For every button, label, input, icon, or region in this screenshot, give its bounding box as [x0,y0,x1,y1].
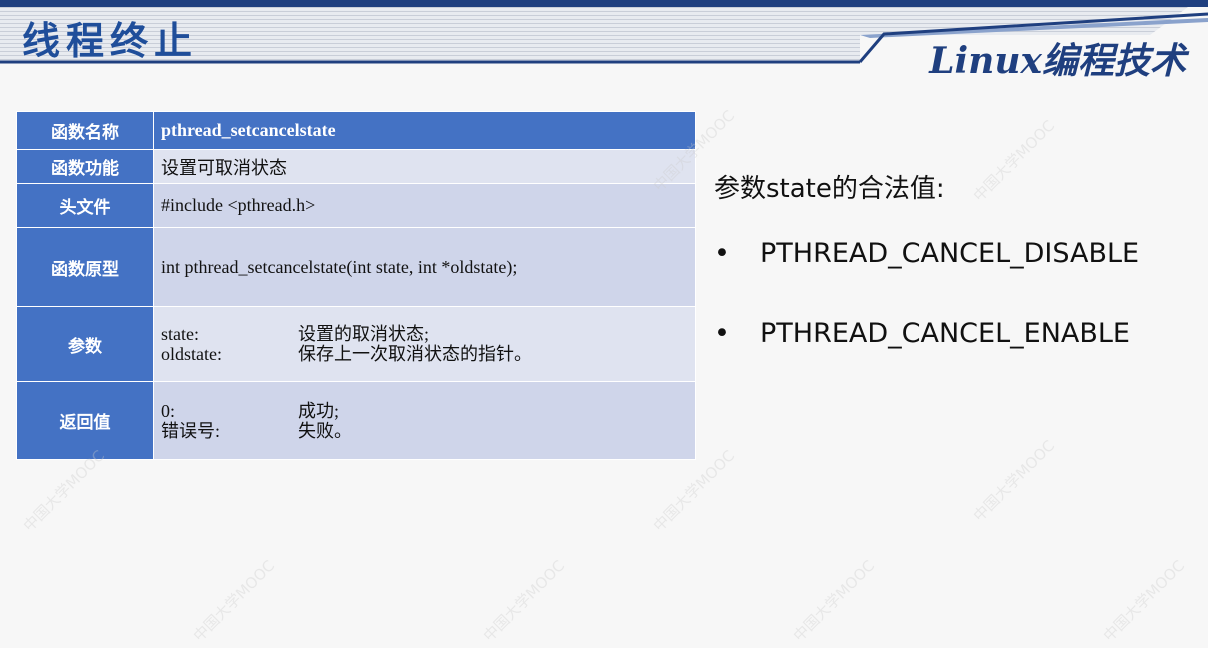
param-name: state: [161,324,199,344]
param-desc: 设置的取消状态; [298,324,430,344]
row-key: 返回值 [16,381,154,460]
row-value: pthread_setcancelstate [153,111,696,150]
table-row-name: 函数名称 pthread_setcancelstate [16,111,696,150]
bullet-icon: • [714,318,730,349]
course-brand: Linux编程技术 [929,40,1186,82]
watermark: 中国大学MOOC [969,436,1059,526]
watermark: 中国大学MOOC [789,556,879,646]
param-desc: 保存上一次取消状态的指针。 [298,344,532,364]
row-key: 函数名称 [16,111,154,150]
row-value: int pthread_setcancelstate(int state, in… [153,227,696,307]
row-key: 参数 [16,306,154,382]
param-name: oldstate: [161,344,222,364]
watermark: 中国大学MOOC [969,116,1059,206]
bullet-icon: • [714,238,730,269]
table-row-params: 参数 state: 设置的取消状态; oldstate: 保存上一次取消状态的指针。 [16,306,696,382]
table-row-function: 函数功能 设置可取消状态 [16,149,696,184]
row-key: 函数原型 [16,227,154,307]
watermark: 中国大学MOOC [1099,556,1189,646]
value-text: PTHREAD_CANCEL_ENABLE [760,318,1130,349]
row-key: 头文件 [16,183,154,228]
valid-values-panel: 参数state的合法值: • PTHREAD_CANCEL_DISABLE • PT… [714,168,1139,349]
valid-values-heading: 参数state的合法值: [714,174,945,204]
row-value: 设置可取消状态 [153,149,696,184]
table-row-prototype: 函数原型 int pthread_setcancelstate(int stat… [16,227,696,307]
list-item: • PTHREAD_CANCEL_ENABLE [714,318,1139,398]
page-title: 线程终止 [22,18,199,63]
row-key: 函数功能 [16,149,154,184]
table-row-header-file: 头文件 #include <pthread.h> [16,183,696,228]
row-value: state: 设置的取消状态; oldstate: 保存上一次取消状态的指针。 [153,306,696,382]
watermark: 中国大学MOOC [479,556,569,646]
list-item: • PTHREAD_CANCEL_DISABLE [714,238,1139,318]
return-code: 0: [161,400,176,421]
return-desc: 失败。 [298,420,352,441]
return-desc: 成功; [298,400,340,421]
value-text: PTHREAD_CANCEL_DISABLE [760,238,1140,269]
function-table: 函数名称 pthread_setcancelstate 函数功能 设置可取消状态… [16,111,696,460]
valid-values-list: • PTHREAD_CANCEL_DISABLE • PTHREAD_CANCEL_… [714,238,1139,398]
return-code: 错误号: [161,420,221,441]
table-row-return: 返回值 0: 成功; 错误号: 失败。 [16,381,696,460]
watermark: 中国大学MOOC [189,556,279,646]
row-value: 0: 成功; 错误号: 失败。 [153,381,696,460]
row-value: #include <pthread.h> [153,183,696,228]
